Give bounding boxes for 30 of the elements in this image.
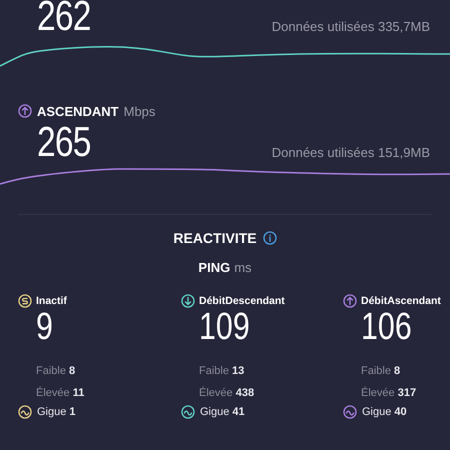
low-ping-text: Faible 8 <box>36 365 76 377</box>
high-ping-text: Élevée 11 <box>36 387 86 399</box>
data-used-text: Données utilisées 335,7MB <box>272 19 430 34</box>
upload-label: ASCENDANT <box>37 104 119 118</box>
upload-speed-value: 265 <box>37 122 91 162</box>
jitter-text: Gigue 41 <box>200 406 245 418</box>
ping-column-label: Inactif <box>36 295 67 307</box>
responsiveness-title: REACTIVITE <box>173 230 257 246</box>
ping-value: 106 <box>361 309 413 345</box>
ping-column-label: DébitDescendant <box>199 295 285 307</box>
upload-unit: Mbps <box>124 104 156 118</box>
ping-value: 109 <box>199 309 251 345</box>
data-used-text: Données utilisées 151,9MB <box>272 145 430 160</box>
jitter-text: Gigue 40 <box>362 406 407 418</box>
low-ping-text: Faible 13 <box>199 365 246 377</box>
wave-icon <box>18 405 32 419</box>
ping-column-label: DébitAscendant <box>361 295 441 307</box>
download-speed-value: 262 <box>37 0 91 36</box>
high-ping-text: Élevée 438 <box>199 387 256 399</box>
wave-icon <box>343 405 357 419</box>
low-ping-text: Faible 8 <box>361 365 402 377</box>
ping-label: PING <box>198 260 230 275</box>
high-ping-text: Élevée 317 <box>361 387 418 399</box>
ping-unit: ms <box>234 260 252 275</box>
wave-icon <box>181 405 195 419</box>
info-icon <box>262 231 277 245</box>
jitter-text: Gigue 1 <box>37 406 76 418</box>
ping-value: 9 <box>36 309 54 345</box>
upload-icon <box>18 104 32 118</box>
dollar-icon <box>18 294 32 308</box>
